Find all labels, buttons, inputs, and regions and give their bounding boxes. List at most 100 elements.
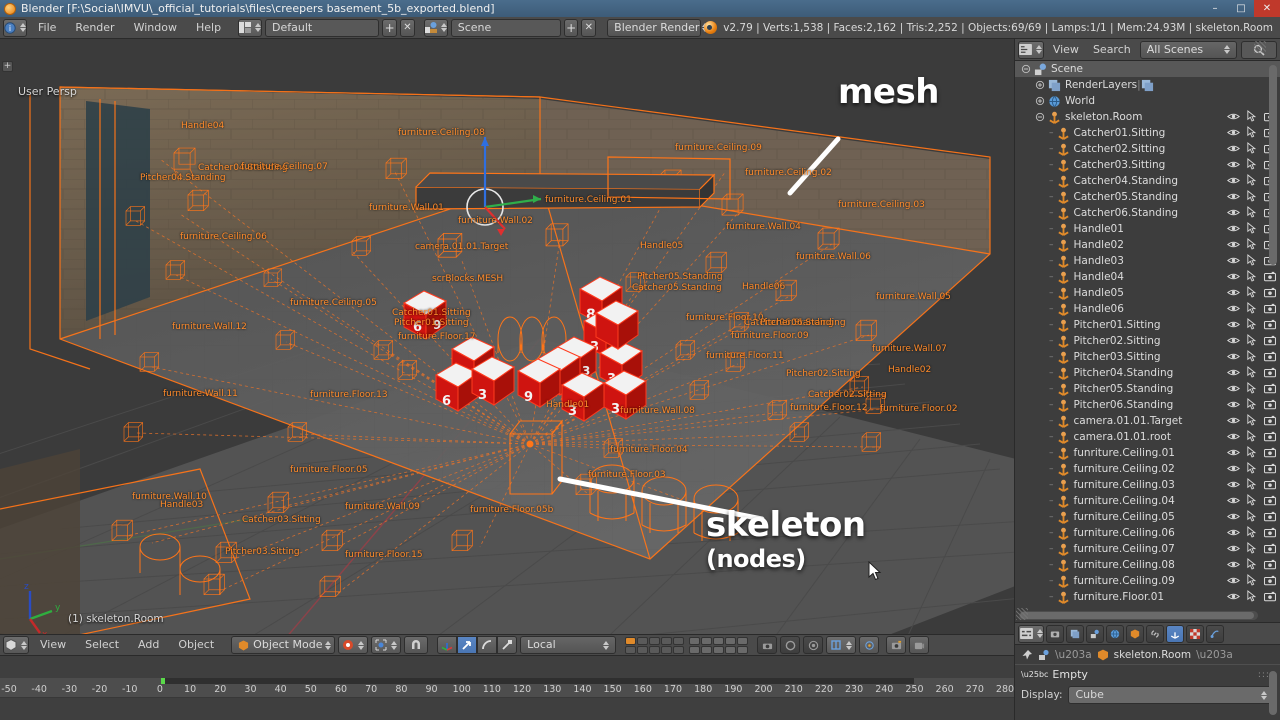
interaction-mode-dropdown[interactable]: Object Mode: [231, 636, 336, 654]
pivot-point-button[interactable]: [371, 636, 402, 654]
cursor-selectability-icon[interactable]: [1247, 526, 1257, 538]
outliner-item-catcher01-sitting[interactable]: – Catcher01.Sitting: [1015, 125, 1280, 141]
outliner-editor[interactable]: View Search All Scenes Scene RenderLayers…: [1014, 39, 1280, 622]
eye-visibility-icon[interactable]: [1227, 159, 1240, 170]
ol-menu-view[interactable]: View: [1048, 40, 1084, 60]
tab-render[interactable]: [1046, 624, 1064, 643]
delete-scene-button[interactable]: ✕: [581, 18, 597, 37]
cursor-selectability-icon[interactable]: [1247, 382, 1257, 394]
outliner-item-camera-01-01-root[interactable]: – camera.01.01.root: [1015, 429, 1280, 445]
outliner-item-furniture-ceiling-07[interactable]: – furniture.Ceiling.07: [1015, 541, 1280, 557]
camera-renderability-icon[interactable]: [1264, 431, 1276, 442]
timeline-ruler[interactable]: -50 -40 -30 -20 -10 0 10 20 30 40 50 60 70 80 90 100 110…: [0, 678, 1014, 698]
cursor-selectability-icon[interactable]: [1247, 318, 1257, 330]
collapse-toggle-icon[interactable]: [1035, 112, 1045, 122]
ol-menu-search[interactable]: Search: [1088, 40, 1136, 60]
transform-orientation-dropdown[interactable]: Local: [520, 636, 617, 654]
snap-target-button[interactable]: [859, 636, 880, 654]
camera-renderability-icon[interactable]: [1264, 319, 1276, 330]
eye-visibility-icon[interactable]: [1227, 383, 1240, 394]
new-scene-button[interactable]: +: [563, 18, 579, 37]
camera-renderability-icon[interactable]: [1264, 383, 1276, 394]
tab-scene[interactable]: [1086, 624, 1104, 643]
menu-file[interactable]: File: [30, 18, 64, 38]
editor-type-outliner-button[interactable]: [1018, 40, 1044, 59]
tab-object-data[interactable]: [1166, 624, 1184, 643]
camera-renderability-icon[interactable]: [1264, 575, 1276, 586]
minimize-button[interactable]: –: [1202, 0, 1228, 17]
viewport-shading-button[interactable]: [338, 636, 369, 654]
editor-type-info-button[interactable]: i: [3, 18, 27, 37]
lock-camera-button[interactable]: [757, 636, 778, 654]
menu-window[interactable]: Window: [126, 18, 185, 38]
tab-texture[interactable]: [1186, 624, 1204, 643]
eye-visibility-icon[interactable]: [1227, 175, 1240, 186]
cursor-selectability-icon[interactable]: [1247, 462, 1257, 474]
manipulator-toggle-button[interactable]: [437, 636, 458, 654]
outliner-item-pitcher03-sitting[interactable]: – Pitcher03.Sitting: [1015, 349, 1280, 365]
outliner-item-handle05[interactable]: – Handle05: [1015, 285, 1280, 301]
camera-renderability-icon[interactable]: [1264, 351, 1276, 362]
outliner-item-catcher06-standing[interactable]: – Catcher06.Standing: [1015, 205, 1280, 221]
outliner-restriction-toggles[interactable]: [1227, 574, 1276, 586]
display-type-dropdown[interactable]: Cube: [1068, 686, 1274, 704]
close-button[interactable]: ✕: [1254, 0, 1280, 17]
eye-visibility-icon[interactable]: [1227, 463, 1240, 474]
3d-viewport[interactable]: 6 9 8 3 3 3: [0, 39, 1014, 634]
eye-visibility-icon[interactable]: [1227, 575, 1240, 586]
render-opengl-button[interactable]: [886, 636, 907, 654]
scene-breadcrumb-icon[interactable]: [1038, 649, 1050, 661]
tab-physics[interactable]: [1206, 624, 1224, 643]
outliner-item-furniture-ceiling-09[interactable]: – furniture.Ceiling.09: [1015, 573, 1280, 589]
manipulator-scale-button[interactable]: [497, 636, 518, 654]
eye-visibility-icon[interactable]: [1227, 511, 1240, 522]
outliner-item-catcher04-standing[interactable]: – Catcher04.Standing: [1015, 173, 1280, 189]
outliner-item-furniture-ceiling-05[interactable]: – furniture.Ceiling.05: [1015, 509, 1280, 525]
cursor-selectability-icon[interactable]: [1247, 430, 1257, 442]
object-breadcrumb-icon[interactable]: [1097, 649, 1109, 661]
outliner-item-furniture-ceiling-06[interactable]: – furniture.Ceiling.06: [1015, 525, 1280, 541]
eye-visibility-icon[interactable]: [1227, 591, 1240, 602]
cursor-selectability-icon[interactable]: [1247, 590, 1257, 602]
camera-renderability-icon[interactable]: [1264, 399, 1276, 410]
outliner-restriction-toggles[interactable]: [1227, 414, 1276, 426]
outliner-restriction-toggles[interactable]: [1227, 590, 1276, 602]
camera-renderability-icon[interactable]: [1264, 495, 1276, 506]
manipulator-translate-button[interactable]: [457, 636, 478, 654]
outliner-item-furniture-ceiling-02[interactable]: – furniture.Ceiling.02: [1015, 461, 1280, 477]
camera-renderability-icon[interactable]: [1264, 303, 1276, 314]
outliner-vertical-scrollbar[interactable]: [1269, 65, 1277, 265]
manipulator-rotate-button[interactable]: [477, 636, 498, 654]
outliner-restriction-toggles[interactable]: [1227, 270, 1276, 282]
outliner-restriction-toggles[interactable]: [1227, 462, 1276, 474]
eye-visibility-icon[interactable]: [1227, 207, 1240, 218]
outliner-item-catcher02-sitting[interactable]: – Catcher02.Sitting: [1015, 141, 1280, 157]
eye-visibility-icon[interactable]: [1227, 239, 1240, 250]
camera-renderability-icon[interactable]: [1264, 559, 1276, 570]
camera-renderability-icon[interactable]: [1264, 479, 1276, 490]
outliner-restriction-toggles[interactable]: [1227, 494, 1276, 506]
eye-visibility-icon[interactable]: [1227, 479, 1240, 490]
properties-editor[interactable]: \u203a skeleton.Room \u203a \u25bc Empty…: [1014, 622, 1280, 720]
camera-renderability-icon[interactable]: [1264, 415, 1276, 426]
timeline-editor[interactable]: -50 -40 -30 -20 -10 0 10 20 30 40 50 60 70 80 90 100 110…: [0, 656, 1014, 720]
outliner-item-pitcher06-standing[interactable]: – Pitcher06.Standing: [1015, 397, 1280, 413]
maximize-button[interactable]: □: [1228, 0, 1254, 17]
tab-object[interactable]: [1126, 624, 1144, 643]
snap-magnet-button[interactable]: [404, 636, 429, 654]
camera-renderability-icon[interactable]: [1264, 511, 1276, 522]
outliner-item-renderlayers[interactable]: RenderLayers |: [1015, 77, 1280, 93]
scene-browse-button[interactable]: [423, 18, 448, 37]
eye-visibility-icon[interactable]: [1227, 143, 1240, 154]
expand-toggle-icon[interactable]: [1035, 96, 1045, 106]
outliner-item-handle03[interactable]: – Handle03: [1015, 253, 1280, 269]
outliner-item-pitcher01-sitting[interactable]: – Pitcher01.Sitting: [1015, 317, 1280, 333]
outliner-restriction-toggles[interactable]: [1227, 446, 1276, 458]
eye-visibility-icon[interactable]: [1227, 223, 1240, 234]
vp-menu-object[interactable]: Object: [170, 635, 222, 655]
outliner-item-skeleton-room[interactable]: skeleton.Room: [1015, 109, 1280, 125]
camera-renderability-icon[interactable]: [1264, 591, 1276, 602]
manipulator-buttons-group[interactable]: [437, 636, 518, 654]
eye-visibility-icon[interactable]: [1227, 559, 1240, 570]
outliner-item-handle06[interactable]: – Handle06: [1015, 301, 1280, 317]
